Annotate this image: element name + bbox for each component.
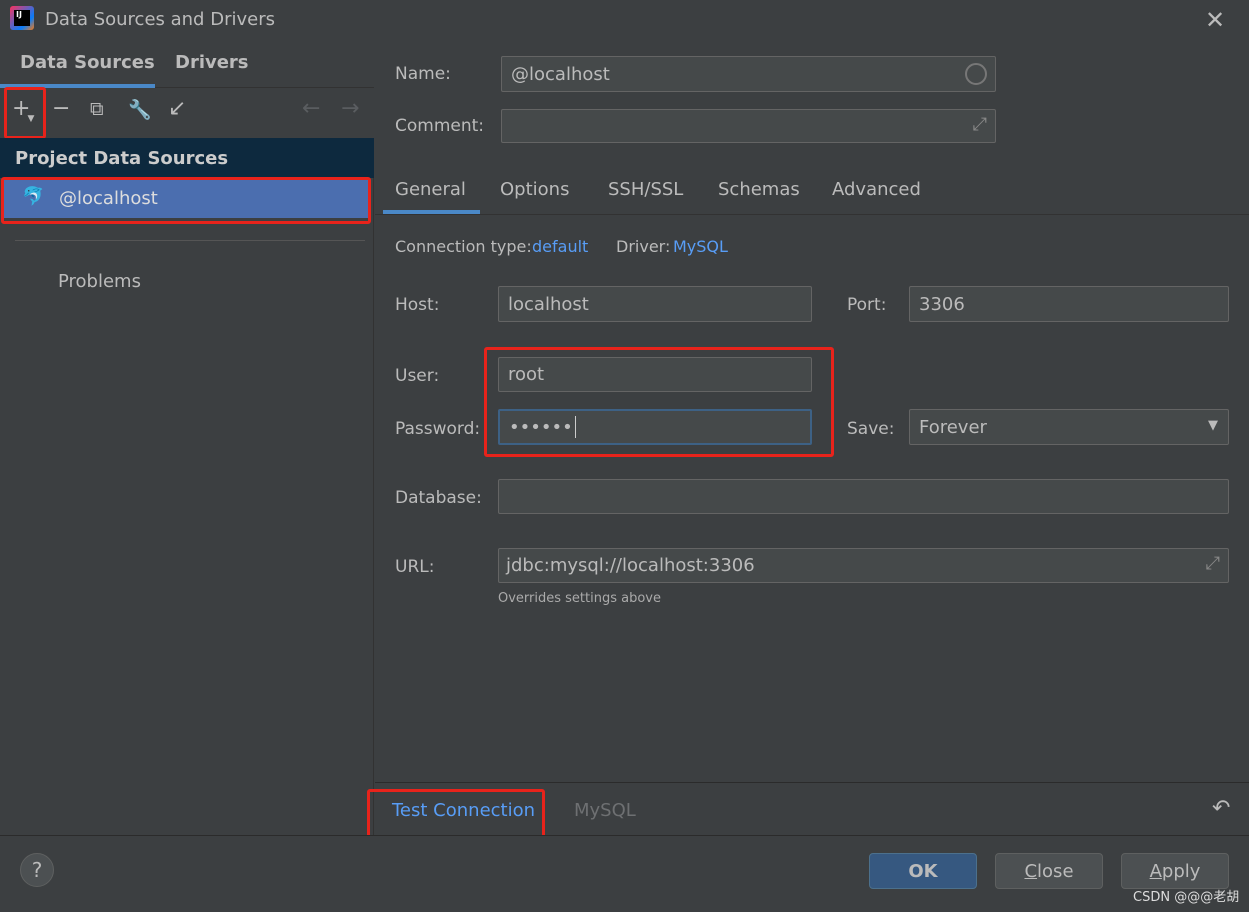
save-label: Save: (847, 419, 895, 439)
active-tab-indicator (383, 210, 480, 214)
connection-type-label: Connection type: (395, 237, 532, 256)
watermark: CSDN @@@老胡 (1133, 890, 1240, 905)
tabs-divider (375, 214, 1249, 215)
expand-icon[interactable]: ⤢ (973, 114, 987, 135)
close-window-icon[interactable]: ✕ (1205, 6, 1225, 34)
close-button[interactable]: Close (995, 853, 1103, 889)
connection-type-link[interactable]: default (532, 237, 588, 256)
url-input[interactable]: jdbc:mysql://localhost:3306 ⤢ (498, 548, 1229, 583)
highlight-box (367, 789, 545, 841)
url-hint: Overrides settings above (498, 591, 661, 606)
tab-schemas[interactable]: Schemas (718, 179, 800, 200)
problems-item[interactable]: Problems (58, 271, 141, 292)
name-input[interactable]: @localhost (501, 56, 996, 92)
name-value: @localhost (511, 63, 610, 85)
password-label: Password: (395, 419, 481, 439)
chevron-down-icon: ▼ (1208, 418, 1218, 433)
database-input[interactable] (498, 479, 1229, 514)
url-label: URL: (395, 557, 435, 577)
project-data-sources-header: Project Data Sources (0, 138, 374, 178)
save-value: Forever (919, 416, 987, 438)
duplicate-icon[interactable]: ⧉ (90, 98, 104, 120)
mnemonic: C (1024, 860, 1038, 882)
highlight-box (4, 87, 46, 139)
port-label: Port: (847, 295, 887, 315)
import-icon[interactable]: ↙ (168, 96, 186, 121)
user-label: User: (395, 366, 440, 386)
tab-data-sources[interactable]: Data Sources (20, 52, 155, 73)
tab-ssh-ssl[interactable]: SSH/SSL (608, 179, 683, 200)
tab-general[interactable]: General (395, 179, 466, 200)
tab-options[interactable]: Options (500, 179, 569, 200)
remove-icon[interactable]: − (52, 96, 70, 121)
ok-button[interactable]: OK (869, 853, 977, 889)
forward-icon[interactable]: → (341, 96, 359, 121)
port-input[interactable]: 3306 (909, 286, 1229, 322)
driver-name: MySQL (574, 800, 636, 821)
tab-drivers[interactable]: Drivers (175, 52, 249, 73)
host-label: Host: (395, 295, 440, 315)
revert-icon[interactable]: ↶ (1212, 796, 1230, 821)
mnemonic: A (1149, 860, 1162, 882)
highlight-box (484, 347, 834, 457)
wrench-icon[interactable]: 🔧 (128, 98, 152, 121)
driver-link[interactable]: MySQL (673, 237, 728, 256)
comment-label: Comment: (395, 116, 485, 136)
database-label: Database: (395, 488, 482, 508)
save-dropdown[interactable]: Forever ▼ (909, 409, 1229, 445)
host-input[interactable]: localhost (498, 286, 812, 322)
window-title: Data Sources and Drivers (45, 9, 275, 30)
apply-button[interactable]: Apply (1121, 853, 1229, 889)
name-label: Name: (395, 64, 451, 84)
highlight-box (1, 177, 371, 224)
expand-icon[interactable]: ⤢ (1206, 553, 1220, 574)
apply-label: pply (1161, 860, 1201, 882)
driver-label: Driver: (616, 237, 671, 256)
close-label: lose (1037, 860, 1074, 882)
help-button[interactable]: ? (20, 853, 54, 887)
intellij-logo: IJ (10, 6, 34, 30)
url-value: jdbc:mysql://localhost:3306 (506, 555, 755, 576)
comment-input[interactable]: ⤢ (501, 109, 996, 143)
tab-advanced[interactable]: Advanced (832, 179, 921, 200)
section-title: Project Data Sources (15, 148, 229, 169)
color-circle-icon[interactable] (965, 63, 987, 85)
divider (15, 240, 365, 241)
back-icon[interactable]: ← (302, 96, 320, 121)
